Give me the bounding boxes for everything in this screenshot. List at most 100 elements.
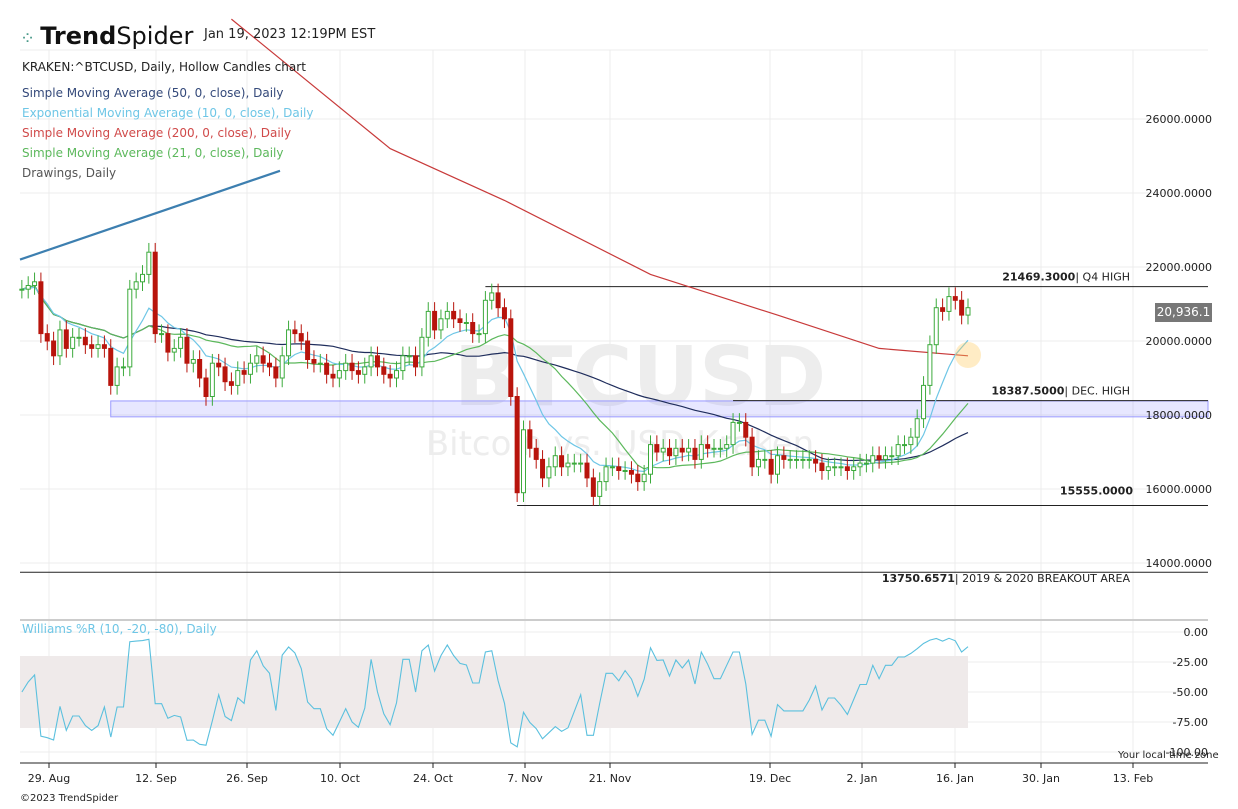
x-tick-label: 19. Dec	[749, 772, 791, 785]
candle	[273, 357, 279, 388]
candle-body	[152, 251, 158, 335]
legend-sma21[interactable]: Simple Moving Average (21, 0, close), Da…	[22, 146, 283, 160]
timezone-note: Your local time zone	[1118, 750, 1219, 761]
candle-body	[82, 336, 88, 346]
candle-body	[381, 366, 387, 375]
candle-body	[927, 344, 933, 386]
candle-body	[546, 466, 552, 479]
candle	[32, 272, 38, 295]
candle	[394, 361, 399, 388]
legend-drawings[interactable]: Drawings, Daily	[22, 166, 116, 180]
williams-r-label[interactable]: Williams %R (10, -20, -80), Daily	[22, 622, 217, 636]
candle-body	[876, 455, 882, 460]
legend-ema10[interactable]: Exponential Moving Average (10, 0, close…	[22, 106, 313, 120]
candle-body	[800, 458, 806, 461]
candle	[813, 450, 819, 473]
trend-line	[19, 169, 281, 261]
candle-body	[89, 344, 95, 349]
y-tick-label: 16000.0000	[1146, 483, 1212, 496]
candle-body	[273, 366, 279, 379]
candle	[82, 328, 88, 354]
candle-body	[324, 362, 330, 375]
candle-body	[603, 466, 609, 483]
candle-body	[32, 281, 38, 286]
candle-body	[965, 307, 971, 316]
candle	[76, 328, 82, 347]
candle	[457, 309, 463, 332]
candle-body	[133, 281, 139, 290]
candle-body	[654, 444, 660, 453]
x-tick-label: 26. Sep	[226, 772, 268, 785]
candle	[355, 361, 361, 384]
candle-body	[832, 466, 838, 469]
candle-body	[51, 340, 57, 357]
candle	[597, 472, 603, 506]
candle	[362, 357, 368, 384]
candle-body	[209, 362, 215, 398]
candle-body	[857, 462, 863, 468]
wr-tick-label: -25.00	[1173, 656, 1208, 669]
candle-body	[686, 447, 692, 453]
candle-body	[286, 329, 292, 357]
candle-body	[565, 462, 571, 468]
candle-body	[717, 447, 723, 450]
candle	[146, 242, 152, 284]
candle-body	[178, 336, 184, 349]
candle	[57, 320, 63, 366]
candle-body	[38, 281, 44, 335]
legend-sma50[interactable]: Simple Moving Average (50, 0, close), Da…	[22, 86, 283, 100]
candle	[413, 346, 419, 377]
candle-body	[902, 444, 907, 447]
candle-body	[171, 347, 177, 353]
candle-body	[838, 466, 844, 469]
wr-band	[20, 656, 968, 728]
candle-body	[235, 370, 241, 386]
candle	[292, 320, 298, 343]
candle-body	[298, 333, 304, 342]
candle-body	[813, 458, 819, 464]
candle	[870, 446, 876, 473]
y-tick-label: 20000.0000	[1146, 335, 1212, 348]
candle-body	[952, 296, 958, 301]
candle-body	[762, 458, 768, 461]
candle-body	[660, 447, 666, 453]
candle	[216, 353, 222, 377]
candle-body	[114, 366, 120, 386]
price-chart[interactable]: BTCUSDBitcoin vs. USD Kraken21469.3000| …	[0, 0, 1238, 809]
x-tick-label: 21. Nov	[589, 772, 632, 785]
y-tick-label: 24000.0000	[1146, 187, 1212, 200]
candle-body	[127, 288, 133, 368]
candle	[495, 283, 501, 317]
highlight-marker	[955, 342, 981, 368]
x-tick-label: 12. Sep	[135, 772, 177, 785]
candle-body	[825, 466, 831, 471]
candle-body	[794, 458, 800, 461]
candle-body	[101, 344, 107, 349]
candle-body	[711, 447, 717, 450]
candle	[508, 309, 514, 406]
candle-body	[908, 436, 914, 446]
candle-body	[889, 455, 895, 458]
candle	[438, 309, 444, 340]
candle-body	[781, 455, 787, 460]
candle	[241, 361, 247, 384]
logo-icon: ⁘	[20, 28, 36, 49]
candle	[832, 457, 838, 477]
timestamp: Jan 19, 2023 12:19PM EST	[204, 27, 376, 42]
candle-body	[368, 355, 374, 368]
candle-body	[648, 444, 653, 475]
x-tick-label: 13. Feb	[1113, 772, 1153, 785]
candle-body	[616, 466, 622, 471]
candle-body	[70, 336, 76, 349]
y-tick-label: 14000.0000	[1146, 557, 1212, 570]
candle	[235, 361, 241, 395]
candle-body	[470, 322, 476, 335]
candle-body	[489, 292, 495, 301]
candle-body	[578, 462, 584, 465]
candle-body	[349, 362, 355, 372]
candle-body	[216, 362, 222, 368]
candle	[70, 328, 76, 358]
candle	[902, 435, 907, 454]
legend-sma200[interactable]: Simple Moving Average (200, 0, close), D…	[22, 126, 291, 140]
level-label: 18387.5000| DEC. HIGH	[991, 385, 1130, 398]
